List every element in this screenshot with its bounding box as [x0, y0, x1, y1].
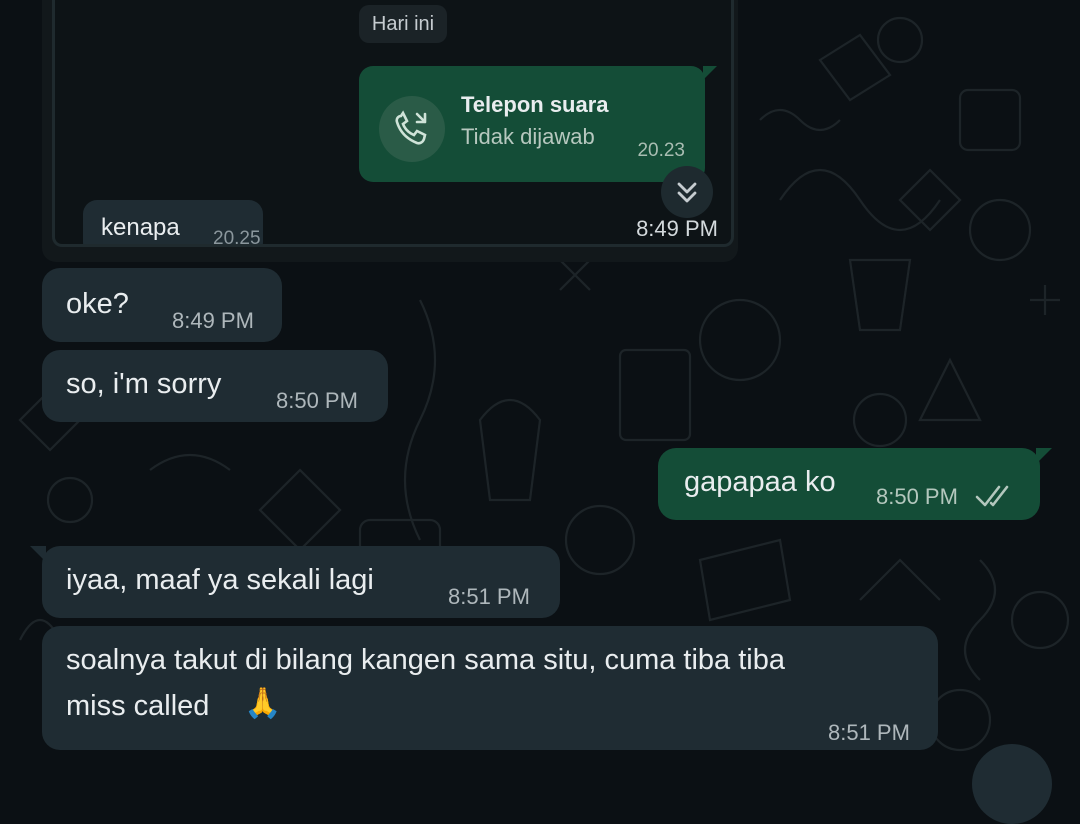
missed-call-card[interactable]: Telepon suara Tidak dijawab 20.23	[359, 66, 717, 182]
incoming-message[interactable]: oke? 8:49 PM	[42, 268, 282, 342]
call-card-time: 20.23	[637, 140, 685, 161]
message-text-line-1: soalnya takut di bilang kangen sama situ…	[66, 644, 785, 676]
folded-hands-emoji: 🙏	[244, 687, 282, 720]
message-text-line-2: miss called	[66, 690, 210, 722]
date-chip: Hari ini	[359, 5, 447, 43]
quoted-screenshot-image[interactable]: Hari ini Telepon suara Tidak dijawab 20.…	[42, 0, 738, 262]
message-time: 8:51 PM	[828, 720, 910, 745]
quoted-message-text: kenapa	[101, 214, 180, 241]
message-time: 8:50 PM	[876, 484, 958, 509]
message-text: so, i'm sorry	[66, 368, 222, 400]
quoted-incoming-message: kenapa 20.25	[83, 200, 263, 247]
message-time: 8:49 PM	[172, 308, 254, 333]
scroll-to-bottom-button[interactable]	[972, 744, 1052, 824]
double-chevron-down-icon	[677, 182, 697, 203]
message-time: 8:49 PM	[636, 216, 718, 241]
message-time: 8:51 PM	[448, 584, 530, 609]
incoming-message[interactable]: iyaa, maaf ya sekali lagi 8:51 PM	[30, 546, 560, 618]
call-card-status: Tidak dijawab	[461, 124, 595, 149]
message-text: iyaa, maaf ya sekali lagi	[66, 564, 374, 596]
scroll-down-button[interactable]	[661, 166, 713, 218]
message-text: oke?	[66, 288, 129, 320]
incoming-message[interactable]: so, i'm sorry 8:50 PM	[42, 350, 388, 422]
message-text: gapapaa ko	[684, 466, 836, 498]
call-card-title: Telepon suara	[461, 92, 609, 117]
outgoing-message[interactable]: gapapaa ko 8:50 PM	[658, 448, 1052, 520]
quoted-screenshot-frame: Hari ini Telepon suara Tidak dijawab 20.…	[52, 0, 734, 247]
message-time: 8:50 PM	[276, 388, 358, 413]
incoming-message[interactable]: soalnya takut di bilang kangen sama situ…	[42, 626, 938, 750]
double-check-icon	[975, 485, 1009, 507]
quoted-message-time: 20.25	[213, 228, 261, 247]
missed-voice-call-icon	[379, 96, 445, 162]
